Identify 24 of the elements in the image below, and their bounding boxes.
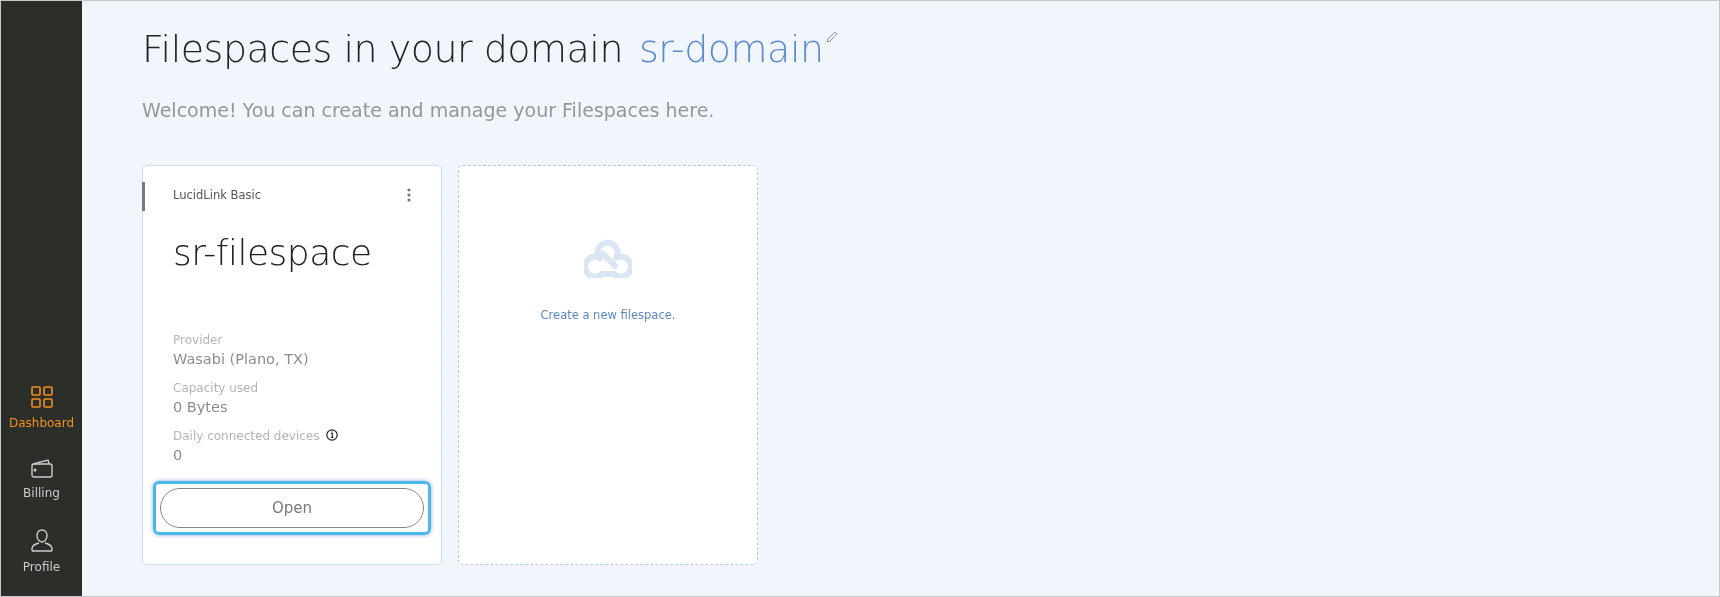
accent-bar [142, 182, 145, 211]
sidebar-item[interactable]: Profile [1, 514, 82, 588]
profile-icon [30, 528, 53, 552]
open-button[interactable]: Open [160, 488, 424, 528]
welcome-text: Welcome! You can create and manage your Filespaces here. [142, 99, 716, 121]
create-filespace-link[interactable]: Create a new filespace. [540, 308, 676, 322]
sidebar-item[interactable]: Billing [1, 444, 82, 514]
field-value: 0 Bytes [173, 399, 229, 415]
field-value: 0 [173, 447, 184, 463]
info-icon[interactable] [325, 429, 338, 441]
pencil-icon[interactable] [825, 31, 838, 43]
field-label: Daily connected devices [173, 429, 320, 443]
wallet-icon [30, 458, 53, 478]
field-label: Capacity used [173, 381, 259, 395]
sidebar-item[interactable]: Dashboard [1, 372, 82, 444]
grid-icon [30, 386, 53, 408]
field-value: Wasabi (Plano, TX) [173, 351, 310, 367]
plan-label: LucidLink Basic [173, 188, 261, 202]
page-title: Filespaces in your domain [142, 27, 623, 71]
create-filespace-card[interactable]: Create a new filespace. [458, 165, 758, 565]
filespace-name: sr-filespace [173, 232, 373, 273]
domain-name: sr-domain [639, 27, 824, 71]
field-label: Provider [173, 333, 223, 347]
more-icon[interactable] [407, 188, 411, 202]
